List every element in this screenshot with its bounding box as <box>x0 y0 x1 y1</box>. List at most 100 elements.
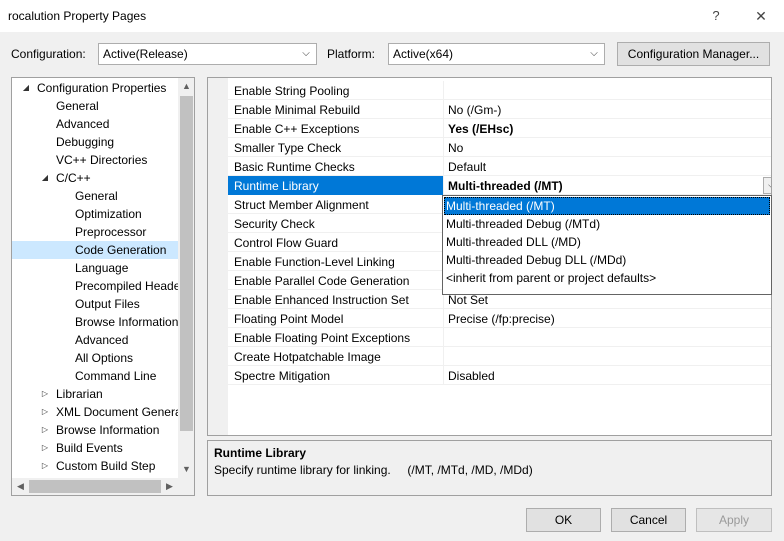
dropdown-option[interactable]: Multi-threaded DLL (/MD) <box>444 233 770 251</box>
scroll-thumb[interactable] <box>29 480 161 493</box>
tree-item-label: Language <box>75 261 129 275</box>
property-value: Disabled <box>448 369 495 383</box>
tree-item[interactable]: Output Files <box>12 295 178 313</box>
property-row[interactable]: Enable C++ Exceptions Yes (/EHsc) <box>228 119 771 138</box>
scroll-thumb[interactable] <box>180 96 193 431</box>
property-row[interactable]: Enable Minimal Rebuild No (/Gm-) <box>228 100 771 119</box>
description-title: Runtime Library <box>214 446 307 460</box>
column-divider <box>443 138 444 157</box>
tree-item-label: Browse Information <box>56 423 160 437</box>
property-value: Default <box>448 160 487 174</box>
property-name: Runtime Library <box>234 179 319 193</box>
expanded-arrow-icon[interactable]: ◢ <box>21 79 31 97</box>
ok-button[interactable]: OK <box>526 508 601 532</box>
dropdown-option[interactable]: <inherit from parent or project defaults… <box>444 269 770 287</box>
collapsed-arrow-icon[interactable]: ▷ <box>40 385 50 403</box>
tree-vertical-scrollbar[interactable]: ▲ ▼ <box>178 78 194 478</box>
collapsed-arrow-icon[interactable]: ▷ <box>40 421 50 439</box>
property-row[interactable]: Floating Point Model Precise (/fp:precise… <box>228 309 771 328</box>
scroll-right-icon[interactable]: ▶ <box>161 478 178 495</box>
chevron-down-icon[interactable]: ⌵ <box>763 177 771 194</box>
property-name: Smaller Type Check <box>234 141 342 155</box>
property-name: Enable Minimal Rebuild <box>234 103 361 117</box>
tree-item-label: Build Events <box>56 441 123 455</box>
property-row[interactable]: Runtime Library Multi-threaded (/MT) ⌵ <box>228 176 771 195</box>
tree-item-label: Output Files <box>75 297 140 311</box>
tree-item[interactable]: ▷ Build Events <box>12 439 178 457</box>
column-divider <box>443 366 444 385</box>
tree-item[interactable]: General <box>12 97 178 115</box>
property-row[interactable]: Basic Runtime Checks Default <box>228 157 771 176</box>
category-tree[interactable]: ◢ Configuration Properties General Advanced… <box>11 77 195 496</box>
property-row[interactable]: Enable Floating Point Exceptions <box>228 328 771 347</box>
description-text: Specify runtime library for linking. (/M… <box>214 463 533 477</box>
platform-value: Active(x64) <box>393 47 454 61</box>
property-row[interactable]: Spectre Mitigation Disabled <box>228 366 771 385</box>
property-name: Enable Enhanced Instruction Set <box>234 293 409 307</box>
tree-item-label: VC++ Directories <box>56 153 148 167</box>
apply-button[interactable]: Apply <box>696 508 772 532</box>
tree-item[interactable]: Debugging <box>12 133 178 151</box>
tree-item-label: C/C++ <box>56 171 91 185</box>
platform-label: Platform: <box>327 47 376 61</box>
property-value: No (/Gm-) <box>448 103 502 117</box>
scroll-up-icon[interactable]: ▲ <box>178 78 194 95</box>
scroll-down-icon[interactable]: ▼ <box>178 461 194 478</box>
collapsed-arrow-icon[interactable]: ▷ <box>40 403 50 421</box>
tree-item[interactable]: Preprocessor <box>12 223 178 241</box>
tree-item[interactable]: Language <box>12 259 178 277</box>
tree-item[interactable]: ▷ XML Document Genera <box>12 403 182 421</box>
property-name: Struct Member Alignment <box>234 198 369 212</box>
property-name: Basic Runtime Checks <box>234 160 355 174</box>
runtime-library-dropdown-list[interactable]: Multi-threaded (/MT) Multi-threaded Debug… <box>442 195 772 295</box>
scroll-left-icon[interactable]: ◀ <box>12 478 29 495</box>
configuration-combo[interactable]: Active(Release) ⌵ <box>98 43 317 65</box>
dropdown-option[interactable]: Multi-threaded Debug DLL (/MDd) <box>444 251 770 269</box>
property-row[interactable]: Smaller Type Check No <box>228 138 771 157</box>
tree-horizontal-scrollbar[interactable]: ◀ ▶ <box>12 478 194 495</box>
tree-item-label: Debugging <box>56 135 115 149</box>
column-divider <box>443 81 444 100</box>
tree-item-label: General <box>56 99 99 113</box>
cancel-button[interactable]: Cancel <box>611 508 686 532</box>
tree-item[interactable]: All Options <box>12 349 178 367</box>
tree-item[interactable]: VC++ Directories <box>12 151 178 169</box>
collapsed-arrow-icon[interactable]: ▷ <box>40 457 50 475</box>
tree-item[interactable]: ▷ Browse Information <box>12 421 178 439</box>
tree-item[interactable]: Browse Information <box>12 313 178 331</box>
column-divider <box>443 309 444 328</box>
property-row[interactable]: Enable String Pooling <box>228 81 771 100</box>
tree-item[interactable]: Precompiled Heade <box>12 277 180 295</box>
configuration-value: Active(Release) <box>103 47 188 61</box>
tree-item[interactable]: ▷ Librarian <box>12 385 178 403</box>
tree-item[interactable]: ◢ C/C++ <box>12 169 178 187</box>
dropdown-option[interactable]: Multi-threaded (/MT) <box>444 197 770 215</box>
tree-item[interactable]: Advanced <box>12 331 178 349</box>
property-name: Enable C++ Exceptions <box>234 122 360 136</box>
property-value: Precise (/fp:precise) <box>448 312 555 326</box>
chevron-down-icon: ⌵ <box>590 48 598 59</box>
configuration-manager-button[interactable]: Configuration Manager... <box>617 42 770 66</box>
dropdown-option[interactable]: Multi-threaded Debug (/MTd) <box>444 215 770 233</box>
configuration-label: Configuration: <box>11 47 86 61</box>
property-row[interactable]: Create Hotpatchable Image <box>228 347 771 366</box>
tree-item[interactable]: Advanced <box>12 115 178 133</box>
expanded-arrow-icon[interactable]: ◢ <box>40 169 50 187</box>
tree-item[interactable]: ◢ Configuration Properties <box>12 79 178 97</box>
property-value[interactable]: Multi-threaded (/MT) <box>448 179 563 193</box>
tree-item[interactable]: Command Line <box>12 367 178 385</box>
tree-item[interactable]: General <box>12 187 178 205</box>
tree-item-label: Optimization <box>75 207 142 221</box>
collapsed-arrow-icon[interactable]: ▷ <box>40 439 50 457</box>
tree-item-label: Configuration Properties <box>37 81 167 95</box>
tree-item[interactable]: Optimization <box>12 205 178 223</box>
help-button[interactable]: ? <box>706 6 726 26</box>
tree-item[interactable]: ▷ Custom Build Step <box>12 457 178 475</box>
close-button[interactable]: ✕ <box>748 6 774 26</box>
property-value: No <box>448 141 464 155</box>
tree-item[interactable]: Code Generation <box>12 241 178 259</box>
platform-combo[interactable]: Active(x64) ⌵ <box>388 43 605 65</box>
property-name: Floating Point Model <box>234 312 344 326</box>
tree-item-label: Command Line <box>75 369 157 383</box>
property-name: Enable Parallel Code Generation <box>234 274 410 288</box>
